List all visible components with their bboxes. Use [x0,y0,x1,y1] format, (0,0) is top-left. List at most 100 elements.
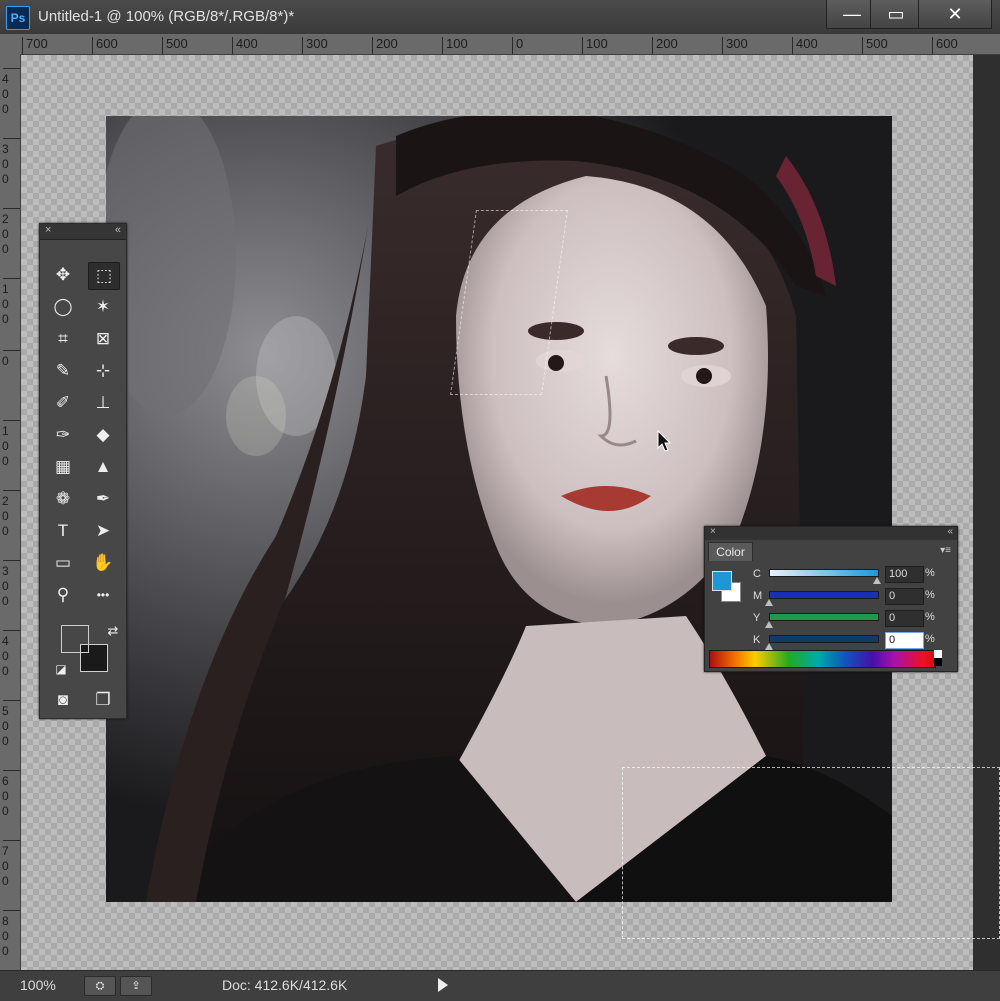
channel-slider[interactable] [769,613,879,621]
ruler-tick-label: 3 0 0 [2,564,9,608]
channel-slider[interactable] [769,569,879,577]
slider-thumb[interactable] [765,643,773,650]
slider-thumb[interactable] [765,599,773,606]
ruler-tick [302,37,303,54]
eraser-tool-icon[interactable]: ◆ [88,422,118,448]
ruler-tick-label: 200 [656,36,678,51]
ruler-tick-label: 600 [936,36,958,51]
move-tool-icon[interactable]: ✥ [48,262,78,288]
path-selection-tool-icon[interactable]: ➤ [88,518,118,544]
ruler-tick [3,208,20,209]
healing-tool-icon[interactable]: ⊹ [88,358,118,384]
shape-tool-icon[interactable]: ▭ [48,550,78,576]
screen-mode-icon[interactable]: ❐ [88,687,118,713]
ruler-tick-label: 2 0 0 [2,212,9,256]
channel-value-field[interactable]: 0 [885,632,924,649]
vertical-ruler[interactable]: 4 0 0 3 0 0 2 0 0 1 0 0 0 1 0 0 2 0 0 3 0 0 4 0 … [0,54,21,970]
document-title: Untitled-1 @ 100% (RGB/8*/,RGB/8*)* [38,8,295,25]
slider-thumb[interactable] [873,577,881,584]
collapse-icon[interactable]: « [947,526,953,537]
ruler-tick-label: 400 [796,36,818,51]
ruler-tick [3,420,20,421]
channel-label: K [753,634,761,646]
percent-label: % [925,567,935,579]
history-brush-tool-icon[interactable]: ✑ [48,422,78,448]
ruler-tick-label: 300 [306,36,328,51]
ruler-tick-label: 100 [446,36,468,51]
dodge-tool-icon[interactable]: ❁ [48,486,78,512]
ruler-tick [372,37,373,54]
more-tools-icon[interactable]: ••• [88,582,118,608]
gradient-tool-icon[interactable]: ▦ [48,454,78,480]
eyedropper-tool-icon[interactable]: ✎ [48,358,78,384]
collapse-icon[interactable]: « [115,224,121,236]
zoom-level[interactable]: 100% [20,977,56,993]
horizontal-ruler[interactable]: 700 600 500 400 300 200 100 0 100 200 300 400 500 600 [0,34,1000,55]
status-menu-arrow-icon[interactable] [438,978,448,992]
ruler-tick-label: 2 0 0 [2,494,9,538]
black-white-ramp[interactable] [934,650,942,666]
channel-value-field[interactable]: 0 [885,588,924,605]
panel-menu-icon[interactable]: ▾≡ [940,545,951,556]
lasso-tool-icon[interactable]: ◯ [48,294,78,320]
channel-row-k: K 0% [753,631,953,651]
ruler-tick-label: 0 [2,354,9,368]
close-icon[interactable]: × [710,526,716,537]
settings-icon[interactable]: ⛭ [84,976,116,996]
color-spectrum-bar[interactable] [709,650,936,668]
stamp-tool-icon[interactable]: ⊥ [88,390,118,416]
blur-tool-icon[interactable]: ▲ [88,454,118,480]
close-icon[interactable]: × [45,224,51,236]
crop-tool-icon[interactable]: ⌗ [48,326,78,352]
ruler-tick [162,37,163,54]
ruler-tick [3,700,20,701]
marquee-tool-icon[interactable]: ⬚ [88,262,120,290]
channel-row-y: Y 0% [753,609,953,629]
ruler-tick [3,770,20,771]
ruler-tick-label: 300 [726,36,748,51]
tools-panel: × « ✥ ⬚ ◯ ✶ ⌗ ⊠ ✎ ⊹ ✐ ⊥ ✑ ◆ ▦ ▲ ❁ ✒ T ➤ ▭ ✋ ⚲ ••• ⇄ ◪ ◙ ❐ [39,223,127,719]
foreground-color-swatch[interactable] [712,571,732,591]
zoom-tool-icon[interactable]: ⚲ [48,582,78,608]
close-button[interactable]: ✕ [918,0,992,29]
channel-value-field[interactable]: 0 [885,610,924,627]
tools-panel-header: × « [40,224,126,240]
ruler-tick-label: 400 [236,36,258,51]
quick-mask-icon[interactable]: ◙ [48,687,78,713]
channel-value-field[interactable]: 100 [885,566,924,583]
pen-tool-icon[interactable]: ✒ [88,486,118,512]
channel-slider[interactable] [769,591,879,599]
ruler-tick-label: 500 [166,36,188,51]
ruler-tick [652,37,653,54]
ruler-tick [932,37,933,54]
percent-label: % [925,589,935,601]
type-tool-icon[interactable]: T [48,518,78,544]
channel-slider[interactable] [769,635,879,643]
ruler-tick-label: 0 [516,36,524,51]
document-size-info: Doc: 412.6K/412.6K [222,977,348,993]
ruler-tick [3,630,20,631]
tab-color[interactable]: Color [708,542,753,561]
ruler-tick [3,490,20,491]
magic-wand-tool-icon[interactable]: ✶ [88,294,118,320]
brush-tool-icon[interactable]: ✐ [48,390,78,416]
status-bar: 100% ⛭ ⇪ Doc: 412.6K/412.6K [0,970,1000,1001]
ruler-tick-label: 600 [96,36,118,51]
mouse-cursor-icon [657,430,672,452]
selection-marquee-secondary[interactable] [622,767,1000,939]
channel-row-m: M 0% [753,587,953,607]
hand-tool-icon[interactable]: ✋ [88,550,118,576]
ruler-tick [22,37,23,54]
swap-colors-icon[interactable]: ⇄ [98,618,128,644]
share-icon[interactable]: ⇪ [120,976,152,996]
foreground-color-swatch[interactable] [61,625,89,653]
channel-label: C [753,568,761,580]
default-colors-icon[interactable]: ◪ [46,656,76,682]
channel-row-c: C 100% [753,565,953,585]
ruler-tick [442,37,443,54]
maximize-button[interactable]: ▭ [870,0,922,29]
ruler-tick [3,840,20,841]
frame-tool-icon[interactable]: ⊠ [88,326,118,352]
ruler-tick [792,37,793,54]
slider-thumb[interactable] [765,621,773,628]
